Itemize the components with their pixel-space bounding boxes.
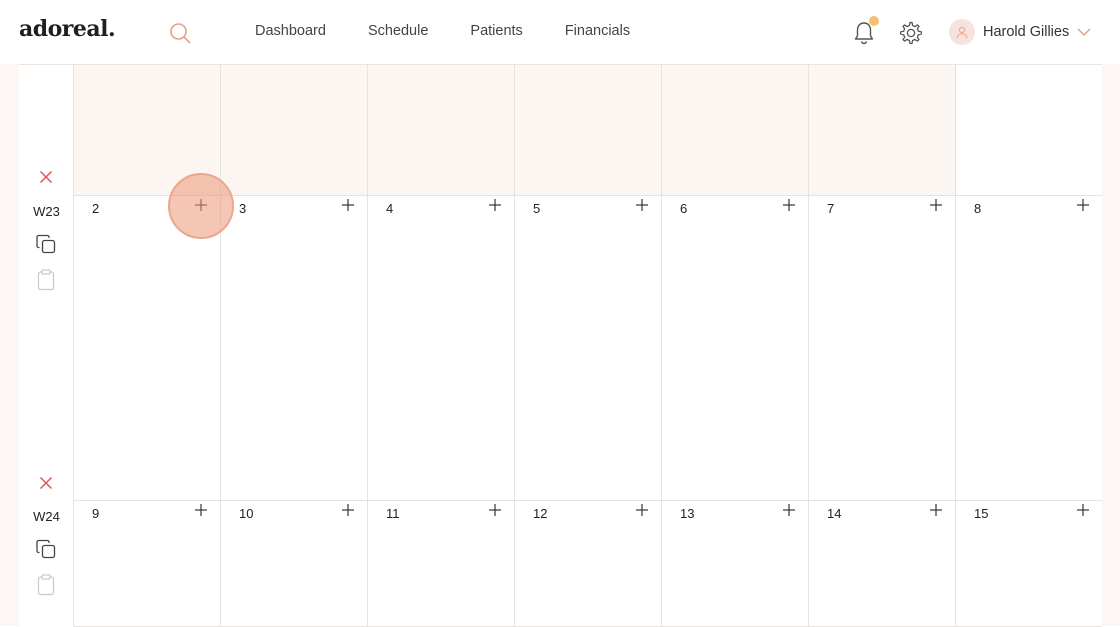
- day-number: 4: [386, 201, 394, 216]
- day-number: 5: [533, 201, 541, 216]
- nav-patients[interactable]: Patients: [470, 23, 522, 39]
- add-appointment-button[interactable]: [635, 503, 649, 517]
- notification-badge: [869, 16, 879, 26]
- day-cell[interactable]: [662, 65, 809, 196]
- day-number: 12: [533, 506, 548, 521]
- add-appointment-button[interactable]: [194, 503, 208, 517]
- add-appointment-button[interactable]: [782, 503, 796, 517]
- chevron-down-icon[interactable]: [1077, 27, 1091, 37]
- day-cell[interactable]: 10: [221, 501, 368, 627]
- calendar-grid: W23 2 3 4 5 6 7 8 W24 9 10 11 12 13 14 15: [19, 64, 1102, 627]
- day-cell[interactable]: 15: [956, 501, 1102, 627]
- day-number: 11: [386, 506, 400, 521]
- avatar: [949, 19, 975, 45]
- user-name: Harold Gillies: [983, 24, 1070, 40]
- close-icon[interactable]: [39, 476, 53, 490]
- day-cell[interactable]: [368, 65, 515, 196]
- day-number: 6: [680, 201, 688, 216]
- day-cell[interactable]: [221, 65, 368, 196]
- day-number: 10: [239, 506, 254, 521]
- gear-icon[interactable]: [898, 20, 924, 46]
- nav-financials[interactable]: Financials: [565, 23, 630, 39]
- week-label: W23: [33, 204, 60, 219]
- day-number: 15: [974, 506, 989, 521]
- clipboard-icon[interactable]: [37, 269, 55, 291]
- user-menu[interactable]: Harold Gillies: [949, 19, 1091, 45]
- copy-icon[interactable]: [35, 538, 57, 560]
- add-appointment-button[interactable]: [341, 503, 355, 517]
- week-label: W24: [33, 509, 60, 524]
- day-number: 13: [680, 506, 695, 521]
- add-appointment-button[interactable]: [341, 198, 355, 212]
- add-appointment-button[interactable]: [1076, 198, 1090, 212]
- nav-dashboard[interactable]: Dashboard: [255, 23, 326, 39]
- add-appointment-button[interactable]: [488, 503, 502, 517]
- day-cell[interactable]: [809, 65, 956, 196]
- day-cell[interactable]: 3: [221, 196, 368, 501]
- copy-icon[interactable]: [35, 233, 57, 255]
- day-cell[interactable]: [74, 65, 221, 196]
- day-cell[interactable]: 14: [809, 501, 956, 627]
- day-cell[interactable]: 6: [662, 196, 809, 501]
- add-appointment-button[interactable]: [635, 198, 649, 212]
- add-appointment-button[interactable]: [194, 198, 208, 212]
- add-appointment-button[interactable]: [929, 503, 943, 517]
- main-nav: Dashboard Schedule Patients Financials: [255, 23, 630, 39]
- day-cell[interactable]: 13: [662, 501, 809, 627]
- day-cell[interactable]: 12: [515, 501, 662, 627]
- day-cell[interactable]: 11: [368, 501, 515, 627]
- brand-logo[interactable]: adoreal.: [19, 16, 116, 42]
- day-cell[interactable]: 5: [515, 196, 662, 501]
- clipboard-icon[interactable]: [37, 574, 55, 596]
- search-icon[interactable]: [168, 21, 192, 45]
- day-cell[interactable]: 9: [74, 501, 221, 627]
- day-number: 9: [92, 506, 100, 521]
- close-icon[interactable]: [39, 170, 53, 184]
- day-cell[interactable]: 7: [809, 196, 956, 501]
- add-appointment-button[interactable]: [488, 198, 502, 212]
- day-cell[interactable]: [956, 65, 1102, 196]
- day-number: 7: [827, 201, 835, 216]
- day-number: 8: [974, 201, 982, 216]
- day-cell[interactable]: 2: [74, 196, 221, 501]
- add-appointment-button[interactable]: [929, 198, 943, 212]
- day-number: 2: [92, 201, 100, 216]
- add-appointment-button[interactable]: [782, 198, 796, 212]
- day-cell[interactable]: [515, 65, 662, 196]
- nav-schedule[interactable]: Schedule: [368, 23, 428, 39]
- day-cell[interactable]: 4: [368, 196, 515, 501]
- day-cell[interactable]: 8: [956, 196, 1102, 501]
- day-number: 14: [827, 506, 842, 521]
- add-appointment-button[interactable]: [1076, 503, 1090, 517]
- top-navigation-bar: adoreal. Dashboard Schedule Patients Fin…: [0, 0, 1120, 64]
- user-icon: [956, 26, 968, 39]
- day-number: 3: [239, 201, 247, 216]
